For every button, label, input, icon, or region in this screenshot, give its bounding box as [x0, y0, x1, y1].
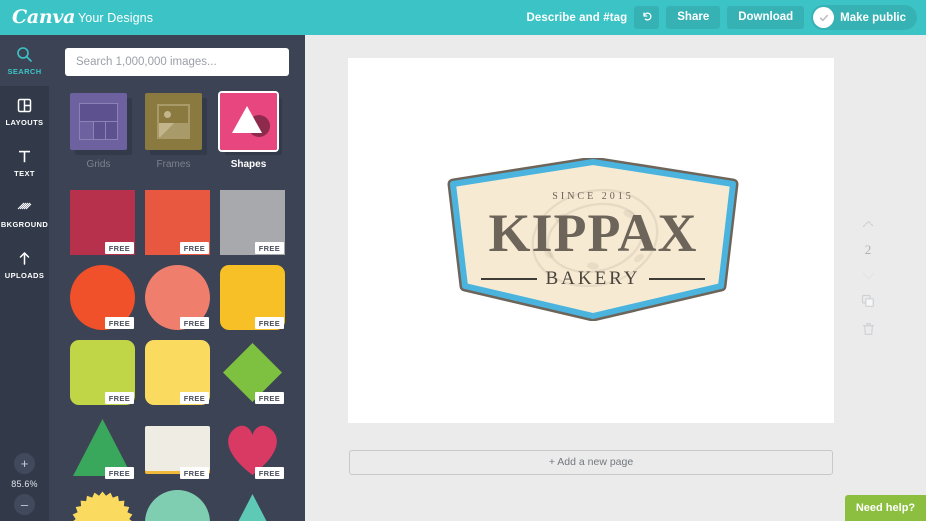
frames-thumbnail	[145, 93, 202, 150]
page-tools: 2	[853, 215, 883, 341]
zoom-out-button[interactable]: –	[14, 494, 35, 515]
triangle-teal-icon	[220, 490, 285, 521]
sidebar-item-search[interactable]: SEARCH	[0, 35, 49, 86]
category-tabs: Grids Frames Shapes	[49, 76, 305, 170]
shape-item-square-gray[interactable]: FREE	[220, 190, 285, 255]
sidebar-item-uploads[interactable]: UPLOADS	[0, 239, 49, 290]
free-badge: FREE	[104, 317, 134, 329]
undo-button[interactable]	[634, 6, 660, 29]
bakery-logo-design[interactable]: SINCE 2015 KIPPAX BAKERY	[443, 158, 743, 321]
shapes-thumbnail	[220, 93, 277, 150]
zoom-controls: + 85.6% –	[0, 453, 49, 521]
chevron-down-icon[interactable]	[862, 267, 875, 285]
free-badge: FREE	[179, 317, 209, 329]
design-page[interactable]: SINCE 2015 KIPPAX BAKERY	[348, 58, 834, 423]
card-white-icon	[145, 426, 210, 491]
assets-panel: Grids Frames	[49, 35, 305, 521]
shape-item-rounded-yellow[interactable]: FREE	[220, 265, 285, 330]
canvas-stage: SINCE 2015 KIPPAX BAKERY 2 + Add a new p…	[305, 35, 926, 521]
free-badge: FREE	[179, 392, 209, 404]
trash-icon[interactable]	[862, 322, 875, 341]
shape-item-card-white[interactable]: FREE	[145, 415, 210, 480]
shape-item-square-coral[interactable]: FREE	[145, 190, 210, 255]
shape-item-heart-pink[interactable]: FREE	[220, 415, 285, 480]
free-badge: FREE	[179, 467, 209, 479]
shape-item-triangle-teal[interactable]: FREE	[220, 490, 285, 521]
sidebar-label-layouts: LAYOUTS	[5, 118, 44, 127]
shapes-grid: FREE FREE FREE FREE FREE FREE FREE FREE FREE FREE…	[49, 170, 305, 521]
describe-and-tag-link[interactable]: Describe and #tag	[526, 12, 627, 24]
sidebar-label-text: TEXT	[14, 169, 35, 178]
free-badge: FREE	[104, 392, 134, 404]
brand-logo-text: Canva	[12, 6, 76, 28]
category-label-grids: Grids	[86, 159, 111, 170]
shape-item-circle-teal[interactable]: FREE	[145, 490, 210, 521]
circle-teal-icon	[145, 490, 210, 521]
need-help-button[interactable]: Need help?	[845, 495, 926, 521]
logo-title: KIPPAX	[488, 203, 698, 263]
sidebar-item-text[interactable]: TEXT	[0, 137, 49, 188]
free-badge: FREE	[104, 242, 134, 254]
shape-item-starburst-yellow[interactable]: FREE	[70, 490, 135, 521]
search-input[interactable]	[65, 48, 289, 76]
make-public-toggle[interactable]: Make public	[811, 5, 917, 30]
add-new-page-button[interactable]: + Add a new page	[349, 450, 833, 475]
check-icon	[813, 7, 835, 28]
layouts-icon	[16, 96, 33, 115]
nav-your-designs[interactable]: Your Designs	[78, 11, 153, 25]
undo-arrow-icon	[643, 12, 652, 21]
top-bar-actions: Describe and #tag Share Download Make pu…	[526, 5, 926, 30]
shape-item-circle-salmon[interactable]: FREE	[145, 265, 210, 330]
canva-editor: Canva Your Designs Describe and #tag Sha…	[0, 0, 926, 521]
chevron-up-icon[interactable]	[862, 215, 875, 233]
since-text: SINCE 2015	[552, 191, 634, 202]
page-number: 2	[864, 242, 872, 257]
shape-item-rounded-lime[interactable]: FREE	[70, 340, 135, 405]
rule-right	[648, 277, 705, 281]
grids-thumbnail	[70, 93, 127, 150]
free-badge: FREE	[254, 392, 284, 404]
background-icon	[16, 198, 33, 217]
category-grids[interactable]: Grids	[70, 93, 132, 170]
free-badge: FREE	[254, 242, 284, 254]
category-label-shapes: Shapes	[230, 159, 267, 170]
shape-item-triangle-green[interactable]: FREE	[70, 415, 135, 480]
rule-left	[481, 277, 538, 281]
bakery-row: BAKERY	[443, 268, 743, 290]
shape-item-circle-orange[interactable]: FREE	[70, 265, 135, 330]
sidebar-item-background[interactable]: BKGROUND	[0, 188, 49, 239]
category-frames[interactable]: Frames	[145, 93, 207, 170]
logo-subtitle: BAKERY	[545, 268, 641, 289]
category-label-frames: Frames	[156, 159, 191, 170]
free-badge: FREE	[179, 242, 209, 254]
brand-logo[interactable]: Canva	[0, 6, 76, 28]
free-badge: FREE	[254, 317, 284, 329]
download-button[interactable]: Download	[727, 6, 805, 29]
make-public-label: Make public	[840, 11, 906, 24]
free-badge: FREE	[254, 467, 284, 479]
free-badge: FREE	[104, 467, 134, 479]
upload-arrow-icon	[16, 249, 33, 268]
shape-item-rounded-butter[interactable]: FREE	[145, 340, 210, 405]
share-button[interactable]: Share	[666, 6, 721, 29]
search-icon	[16, 45, 33, 64]
text-icon	[16, 147, 33, 166]
zoom-in-button[interactable]: +	[14, 453, 35, 474]
zoom-level-value: 85.6%	[11, 479, 38, 489]
shape-item-diamond-green[interactable]: FREE	[220, 340, 285, 405]
sidebar-label-uploads: UPLOADS	[4, 271, 45, 280]
top-bar: Canva Your Designs Describe and #tag Sha…	[0, 0, 926, 35]
shape-item-square-crimson[interactable]: FREE	[70, 190, 135, 255]
category-shapes[interactable]: Shapes	[220, 93, 282, 170]
sidebar-label-background: BKGROUND	[0, 220, 49, 229]
left-rail: SEARCH LAYOUTS TEXT BKGROUND UPLOADS + 8…	[0, 35, 49, 521]
sidebar-label-search: SEARCH	[7, 67, 42, 76]
duplicate-icon[interactable]	[861, 294, 875, 313]
sidebar-item-layouts[interactable]: LAYOUTS	[0, 86, 49, 137]
starburst-yellow-icon	[70, 490, 135, 521]
